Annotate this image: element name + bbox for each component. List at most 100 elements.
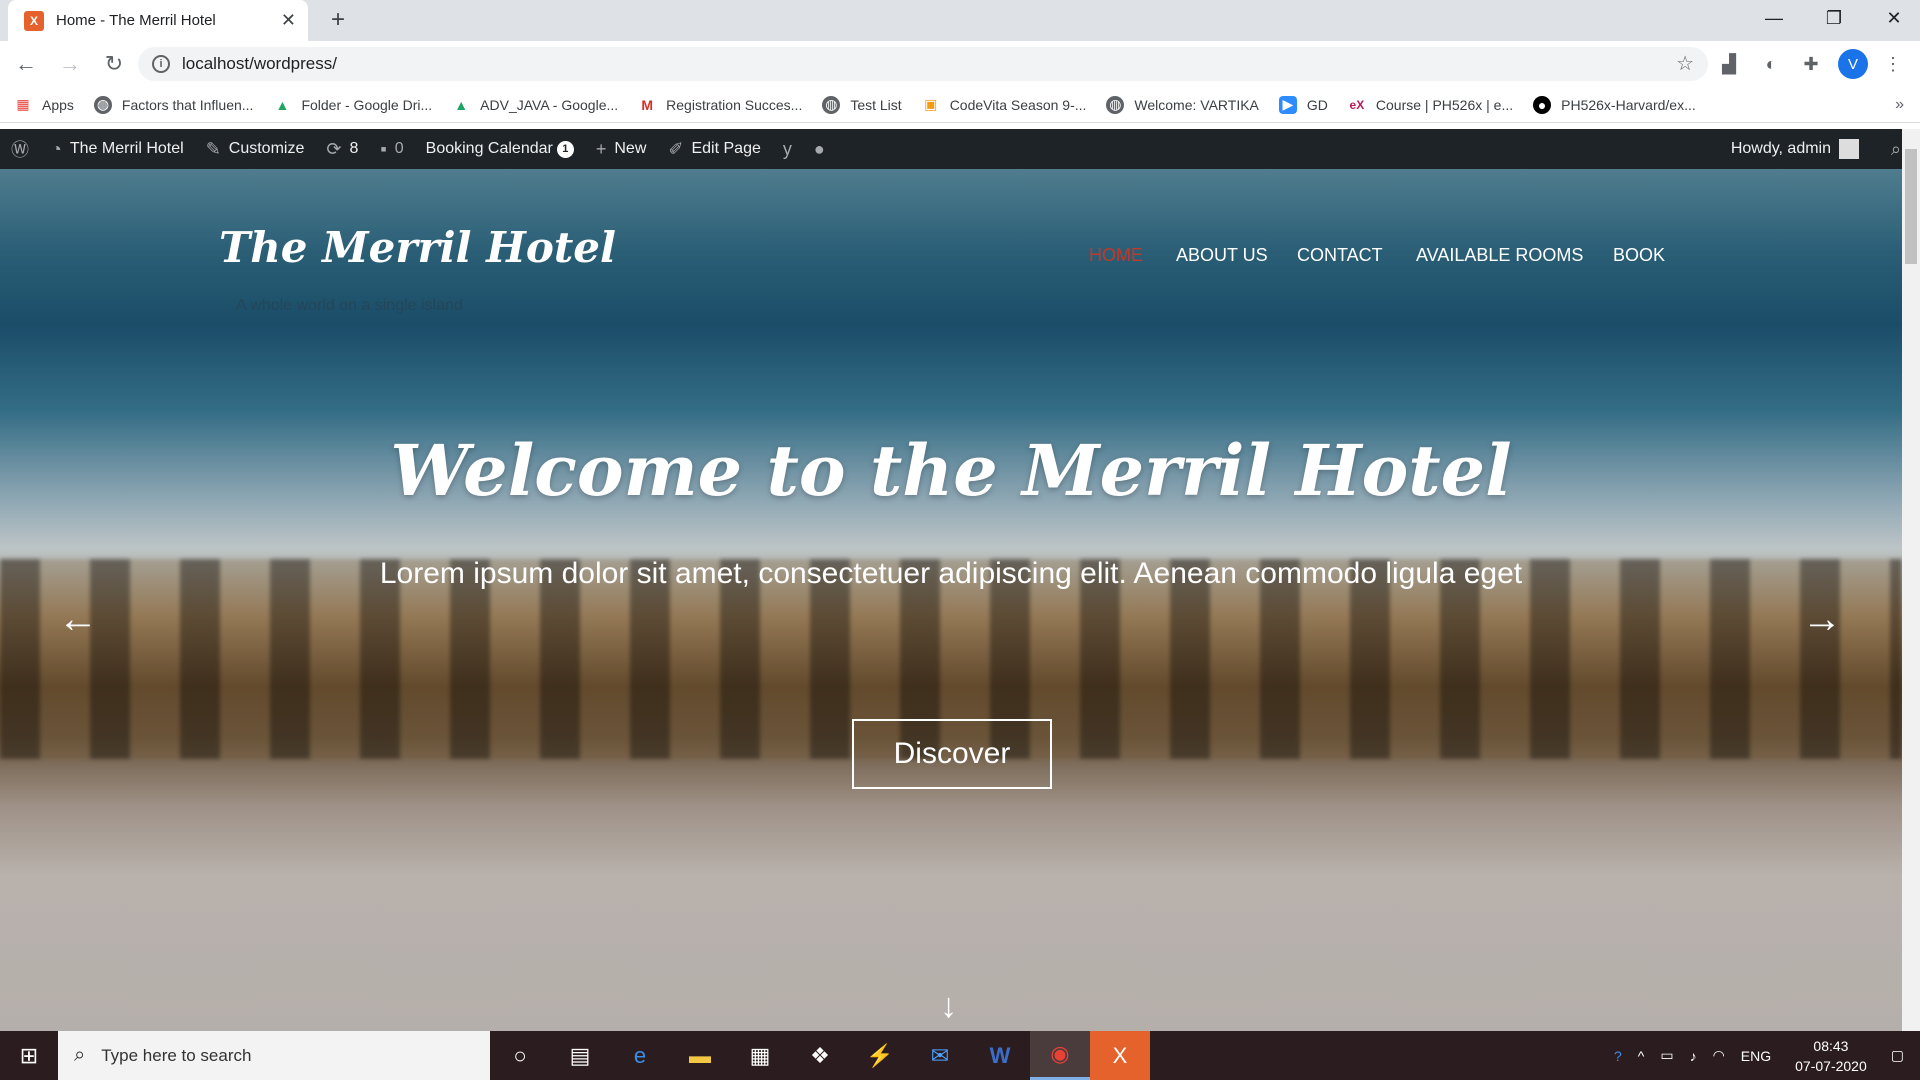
- show-hidden-icons-icon[interactable]: ^: [1638, 1048, 1645, 1064]
- info-icon[interactable]: i: [152, 55, 170, 73]
- bookmarks-overflow-icon[interactable]: »: [1895, 96, 1904, 114]
- yoast-icon: y: [782, 138, 792, 159]
- language-indicator[interactable]: ENG: [1741, 1048, 1771, 1064]
- booking-badge: 1: [556, 140, 574, 158]
- cortana-icon[interactable]: ○: [490, 1031, 550, 1080]
- wp-comments[interactable]: ▪ 0: [369, 129, 414, 169]
- restore-button[interactable]: ❐: [1806, 0, 1862, 36]
- hero-subtitle: Lorem ipsum dolor sit amet, consectetuer…: [379, 557, 1523, 590]
- new-tab-button[interactable]: +: [324, 6, 352, 34]
- google-drive-icon: ▲: [454, 96, 469, 113]
- hero-title: Welcome to the Merril Hotel: [390, 429, 1512, 512]
- dropbox-icon[interactable]: ❖: [790, 1031, 850, 1080]
- menu-contact[interactable]: CONTACT: [1297, 245, 1383, 266]
- scrollbar-thumb[interactable]: [1905, 149, 1917, 264]
- bookmark-item[interactable]: ◍ Test List: [822, 95, 902, 114]
- bookmark-star-icon[interactable]: ☆: [1676, 51, 1694, 76]
- bookmark-item[interactable]: ▣ CodeVita Season 9-...: [922, 96, 1086, 114]
- bookmark-item[interactable]: ● PH526x-Harvard/ex...: [1533, 95, 1696, 114]
- seo-status[interactable]: ●: [803, 129, 836, 169]
- bookmark-item[interactable]: M Registration Succes...: [638, 96, 802, 114]
- yoast-seo[interactable]: y: [772, 129, 803, 169]
- extension-circle-icon[interactable]: ◐: [1756, 49, 1786, 79]
- extensions-puzzle-icon[interactable]: ✚: [1796, 49, 1826, 79]
- file-explorer-icon[interactable]: ▬: [670, 1031, 730, 1080]
- extension-chart-icon[interactable]: ▟: [1714, 49, 1744, 79]
- edx-icon: eX: [1349, 97, 1365, 112]
- forward-button[interactable]: →: [52, 46, 88, 82]
- windows-start-icon[interactable]: ⊞: [0, 1031, 58, 1080]
- globe-icon: ◍: [93, 95, 112, 114]
- help-icon[interactable]: ?: [1614, 1048, 1622, 1064]
- menu-kebab-icon[interactable]: ⋮: [1878, 49, 1908, 79]
- bookmark-item[interactable]: eX Course | PH526x | e...: [1348, 96, 1514, 114]
- bookmark-item[interactable]: ▲ Folder - Google Dri...: [273, 96, 433, 114]
- user-avatar-icon: [1839, 139, 1859, 159]
- bookmark-item[interactable]: ◍ Factors that Influen...: [93, 95, 253, 114]
- word-icon[interactable]: W: [970, 1031, 1030, 1080]
- taskbar-search[interactable]: ⌕ Type here to search: [58, 1031, 490, 1080]
- wifi-icon[interactable]: ◠: [1713, 1047, 1725, 1064]
- task-view-icon[interactable]: ▤: [550, 1031, 610, 1080]
- discover-button[interactable]: Discover: [852, 719, 1052, 789]
- updates-icon: ⟳: [326, 138, 342, 159]
- volume-icon[interactable]: ♪: [1690, 1048, 1697, 1064]
- taskbar-clock[interactable]: 08:43 07-07-2020: [1795, 1036, 1867, 1076]
- globe-icon: ◍: [1106, 95, 1125, 114]
- clock-date: 07-07-2020: [1795, 1057, 1867, 1074]
- wp-admin-bar: Ⓦ ◔ The Merril Hotel ✎ Customize ⟳ 8 ▪ 0 Boo…: [0, 129, 1920, 169]
- reload-button[interactable]: ↻: [96, 46, 132, 82]
- tab-title: Home - The Merril Hotel: [56, 12, 216, 29]
- wp-site-name[interactable]: ◔ The Merril Hotel: [40, 129, 195, 169]
- page-scrollbar[interactable]: [1902, 129, 1920, 1031]
- wp-booking-calendar[interactable]: Booking Calendar 1: [415, 129, 585, 169]
- browser-tab[interactable]: X Home - The Merril Hotel ✕: [8, 0, 308, 41]
- github-icon: ●: [1533, 95, 1552, 114]
- bookmark-item[interactable]: ▦ Apps: [14, 96, 74, 114]
- zoom-icon: ▶: [1278, 95, 1297, 114]
- brush-icon: ✎: [205, 138, 221, 159]
- site-title[interactable]: The Merril Hotel: [219, 223, 616, 272]
- xampp-taskbar-icon[interactable]: X: [1090, 1031, 1150, 1080]
- store-icon[interactable]: ▦: [730, 1031, 790, 1080]
- back-button[interactable]: ←: [8, 46, 44, 82]
- address-bar[interactable]: i localhost/wordpress/ ☆: [138, 47, 1708, 81]
- edge-icon[interactable]: e: [610, 1031, 670, 1080]
- search-icon: ⌕: [1890, 138, 1901, 159]
- wordpress-logo[interactable]: Ⓦ: [0, 129, 40, 169]
- visual-studio-icon[interactable]: ⚡: [850, 1031, 910, 1080]
- notifications-icon[interactable]: ▢: [1891, 1047, 1904, 1064]
- mail-icon[interactable]: ✉: [910, 1031, 970, 1080]
- close-tab-icon[interactable]: ✕: [281, 10, 296, 31]
- search-icon: ⌕: [74, 1044, 86, 1066]
- wp-customize[interactable]: ✎ Customize: [195, 129, 316, 169]
- wordpress-icon: Ⓦ: [11, 140, 29, 160]
- wp-updates[interactable]: ⟳ 8: [315, 129, 369, 169]
- system-tray: ? ^ ▭ ♪ ◠ ENG 08:43 07-07-2020 ▢: [1606, 1031, 1920, 1080]
- bookmark-item[interactable]: ◍ Welcome: VARTIKA: [1106, 95, 1259, 114]
- bookmark-item[interactable]: ▶ GD: [1278, 95, 1328, 114]
- menu-about-us[interactable]: ABOUT US: [1176, 245, 1268, 266]
- scroll-down-arrow-icon[interactable]: ↓: [940, 987, 957, 1026]
- globe-icon: ◍: [822, 95, 841, 114]
- xampp-icon: X: [24, 10, 44, 31]
- close-window-button[interactable]: ✕: [1866, 0, 1920, 36]
- slider-next-arrow-icon[interactable]: →: [1802, 597, 1842, 642]
- menu-book[interactable]: BOOK: [1613, 245, 1665, 266]
- slider-prev-arrow-icon[interactable]: ←: [58, 597, 98, 642]
- menu-available-rooms[interactable]: AVAILABLE ROOMS: [1416, 245, 1583, 266]
- chrome-icon[interactable]: ◉: [1030, 1031, 1090, 1080]
- bookmark-item[interactable]: ▲ ADV_JAVA - Google...: [452, 96, 618, 114]
- clock-time: 08:43: [1813, 1037, 1849, 1054]
- wp-howdy[interactable]: Howdy, admin: [1720, 129, 1870, 169]
- pencil-icon: ✐: [668, 138, 684, 159]
- menu-home[interactable]: HOME: [1089, 245, 1143, 266]
- google-drive-icon: ▲: [275, 96, 290, 113]
- wp-new[interactable]: + New: [585, 129, 658, 169]
- wp-edit-page[interactable]: ✐ Edit Page: [657, 129, 771, 169]
- battery-icon[interactable]: ▭: [1660, 1047, 1673, 1064]
- minimize-button[interactable]: —: [1746, 0, 1802, 36]
- url-text: localhost/wordpress/: [182, 54, 337, 73]
- profile-avatar[interactable]: V: [1838, 49, 1868, 79]
- browser-toolbar: ← → ↻ i localhost/wordpress/ ☆ ▟ ◐ ✚ V ⋮: [0, 41, 1920, 87]
